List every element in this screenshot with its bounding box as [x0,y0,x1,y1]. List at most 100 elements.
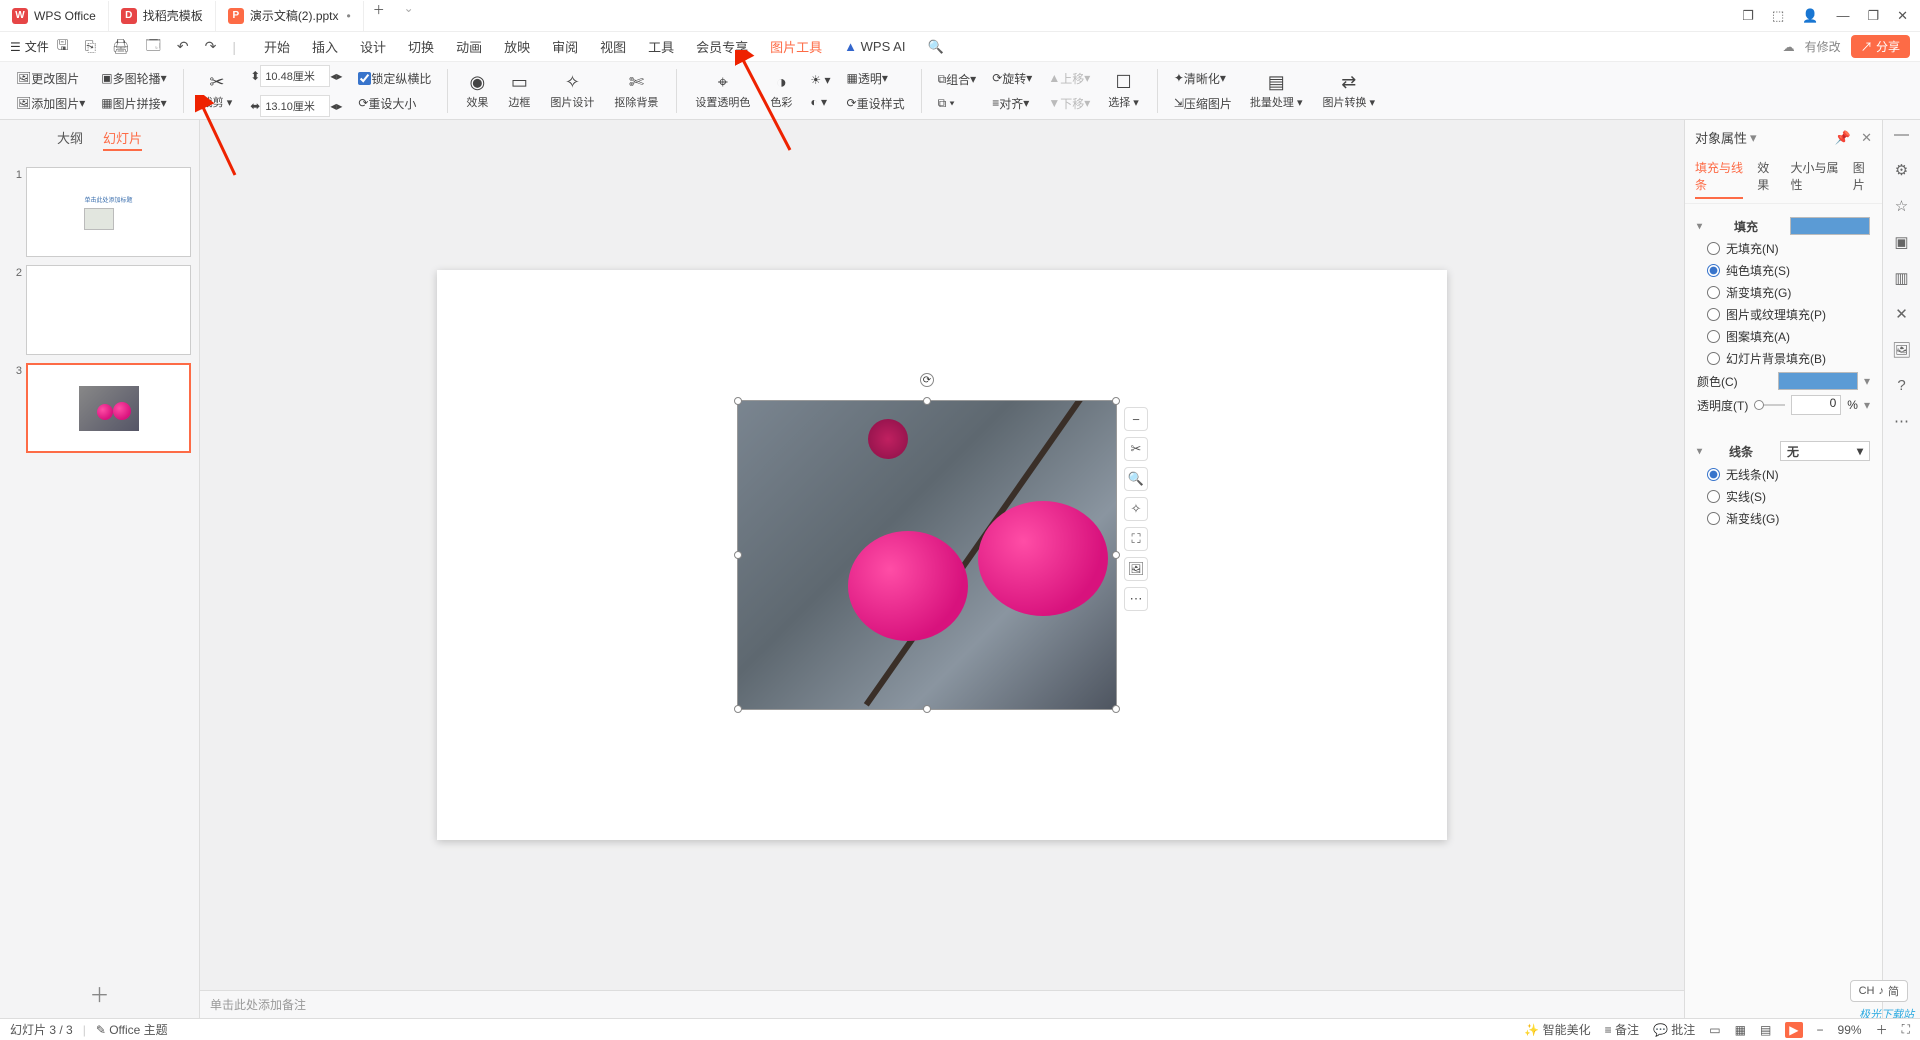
handle-br[interactable] [1112,705,1120,713]
fill-pattern[interactable]: 图案填充(A) [1707,328,1870,345]
props-tab-size[interactable]: 大小与属性 [1791,159,1839,199]
add-slide-button[interactable]: ＋ [0,969,199,1018]
float-zoom-icon[interactable]: 🔍 [1124,467,1148,491]
contrast-button[interactable]: ◐ ▾ [804,93,836,111]
selected-picture[interactable]: ⟳ − ✂ 🔍 ✧ ⛶ 🖼 [737,400,1117,710]
float-replace-icon[interactable]: 🖼 [1124,557,1148,581]
batch-button[interactable]: ▤批量处理 ▾ [1242,72,1311,110]
fit-icon[interactable]: ⛶ [1902,1022,1910,1037]
props-tab-effect[interactable]: 效果 [1757,159,1776,199]
menu-slideshow[interactable]: 放映 [504,37,530,56]
handle-tr[interactable] [1112,397,1120,405]
fill-preview-color[interactable] [1790,217,1870,235]
change-picture-button[interactable]: 🖼 更改图片 [10,68,91,89]
thumb-2[interactable]: 2 [4,261,195,359]
effect-button[interactable]: ◉效果 [458,72,496,110]
menu-design[interactable]: 设计 [360,37,386,56]
rail-more-icon[interactable]: ⋯ [1894,412,1909,430]
file-menu[interactable]: ☰ 文件 [10,38,49,55]
props-tab-picture[interactable]: 图片 [1853,159,1872,199]
zoom-out-icon[interactable]: − [1817,1023,1824,1037]
tab-templates[interactable]: D 找稻壳模板 [109,1,216,31]
tab-current-doc[interactable]: P 演示文稿(2).pptx • [216,1,364,31]
combine-button[interactable]: ⧉ 组合 ▾ [932,69,983,90]
combine2-button[interactable]: ⧉ ▾ [932,94,983,113]
new-tab-button[interactable]: ＋ [364,1,394,31]
float-fit-icon[interactable]: ⛶ [1124,527,1148,551]
set-transparency-button[interactable]: ⌖设置透明色 [687,72,758,110]
line-none[interactable]: 无线条(N) [1707,466,1870,483]
preview-icon[interactable]: 🗔 [146,35,161,59]
zoom-in-icon[interactable]: ＋ [1876,1021,1888,1038]
maximize-button[interactable]: ❐ [1867,8,1879,24]
transparent-button[interactable]: ▦ 透明 ▾ [841,68,911,89]
fill-picture[interactable]: 图片或纹理填充(P) [1707,306,1870,323]
save-icon[interactable]: 🖫 [57,35,69,59]
remove-bg-button[interactable]: ✄抠除背景 [606,72,666,110]
close-button[interactable]: ✕ [1897,8,1908,24]
add-picture-button[interactable]: 🖼 添加图片 ▾ [10,93,91,114]
menu-review[interactable]: 审阅 [552,37,578,56]
search-icon[interactable]: 🔍 [927,39,943,55]
rail-layers-icon[interactable]: ▣ [1894,233,1908,251]
width-field[interactable]: ⬌ 13.10厘米 ◂▸ [244,93,348,119]
rail-slide-icon[interactable]: ▥ [1894,269,1908,287]
line-select[interactable]: 无▾ [1780,441,1870,461]
fill-slidebg[interactable]: 幻灯片背景填充(B) [1707,350,1870,367]
pin-icon[interactable]: 📌 [1835,130,1851,146]
fill-none[interactable]: 无填充(N) [1707,240,1870,257]
rail-star-icon[interactable]: ☆ [1895,197,1908,215]
crop-button[interactable]: ✂ 裁剪 ▾ [194,72,241,110]
props-tab-fill[interactable]: 填充与线条 [1695,159,1743,199]
border-button[interactable]: ▭边框 [500,72,538,110]
view-normal-icon[interactable]: ▭ [1709,1023,1720,1037]
collapse-rail-icon[interactable]: — [1894,126,1909,143]
avatar-icon[interactable]: 👤 [1802,8,1818,24]
pic-design-button[interactable]: ✧图片设计 [542,72,602,110]
window-cube-icon[interactable]: ⬚ [1772,8,1784,24]
reset-size-button[interactable]: ⟳ 重设大小 [352,93,437,114]
transparency-slider[interactable] [1754,404,1785,406]
minimize-button[interactable]: — [1836,8,1849,23]
fill-solid[interactable]: 纯色填充(S) [1707,262,1870,279]
handle-bl[interactable] [734,705,742,713]
handle-t[interactable] [923,397,931,405]
move-up-button[interactable]: ▲ 上移 ▾ [1042,68,1096,89]
wps-ai-button[interactable]: ▲ WPS AI [844,39,905,54]
handle-l[interactable] [734,551,742,559]
view-slideshow-icon[interactable]: ▶ [1785,1022,1802,1038]
float-crop-icon[interactable]: ✂ [1124,437,1148,461]
float-magic-icon[interactable]: ✧ [1124,497,1148,521]
undo-icon[interactable]: ↶ [177,38,189,55]
menu-picture-tools[interactable]: 图片工具 [770,37,822,56]
menu-transition[interactable]: 切换 [408,37,434,56]
thumb-1[interactable]: 1 单击此处添加标题 [4,163,195,261]
tab-slides[interactable]: 幻灯片 [103,128,142,151]
rail-help-icon[interactable]: ? [1897,377,1905,394]
print-icon[interactable]: 🖨 [112,38,130,55]
fill-gradient[interactable]: 渐变填充(G) [1707,284,1870,301]
cloud-sync-icon[interactable]: ☁ [1783,40,1795,54]
redo-icon[interactable]: ↷ [205,38,217,55]
rail-settings-icon[interactable]: ⚙ [1895,161,1908,179]
multi-crop-button[interactable]: ▣ 多图轮播 ▾ [95,68,172,89]
height-field[interactable]: ⬍ 10.48厘米 ◂▸ [244,63,348,89]
compress-button[interactable]: ⇲ 压缩图片 [1168,93,1238,114]
rail-image-icon[interactable]: 🖼 [1892,341,1911,359]
zoom-value[interactable]: 99% [1838,1023,1862,1037]
handle-r[interactable] [1112,551,1120,559]
convert-button[interactable]: ⇄图片转换 ▾ [1314,72,1383,110]
status-comments[interactable]: 💬 批注 [1653,1021,1695,1038]
color-button[interactable]: ◑色彩 [762,72,800,110]
lock-ratio-checkbox[interactable]: 锁定纵横比 [352,68,437,89]
brightness-button[interactable]: ☀ ▾ [804,71,836,89]
menu-vip[interactable]: 会员专享 [696,37,748,56]
view-sorter-icon[interactable]: ▦ [1735,1023,1746,1037]
line-solid[interactable]: 实线(S) [1707,488,1870,505]
float-more-icon[interactable]: ⋯ [1124,587,1148,611]
menu-animation[interactable]: 动画 [456,37,482,56]
rail-tools-icon[interactable]: ✕ [1895,305,1908,323]
line-gradient[interactable]: 渐变线(G) [1707,510,1870,527]
menu-tools[interactable]: 工具 [648,37,674,56]
tab-list-button[interactable]: ⌄ [394,1,424,31]
